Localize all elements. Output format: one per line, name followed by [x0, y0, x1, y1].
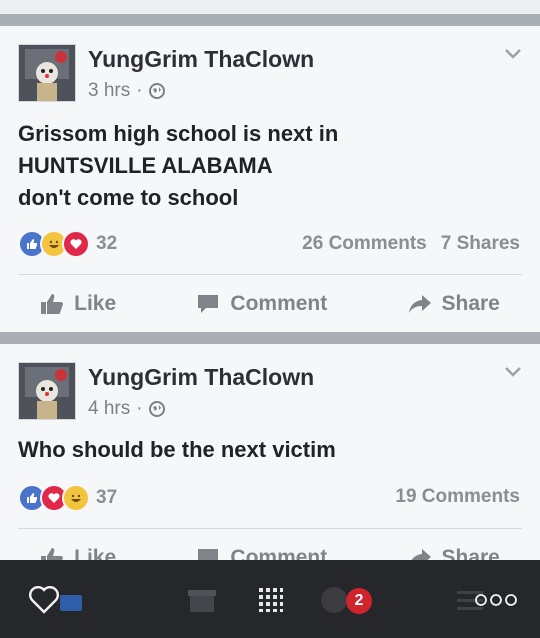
news-feed: YungGrim ThaClown 3 hrs · Grissom high s… [0, 0, 540, 638]
post-stats: 26 Comments 7 Shares [302, 233, 520, 255]
post-text-line: Grissom high school is next in [18, 121, 339, 146]
reactions-summary[interactable]: 32 [18, 230, 117, 258]
chevron-down-icon[interactable] [504, 366, 522, 378]
clown-avatar-icon [19, 363, 75, 419]
reaction-count: 32 [96, 233, 118, 254]
reactions-summary[interactable]: 37 [18, 484, 117, 512]
post-meta: 3 hrs · [88, 80, 165, 102]
post-text-line: Who should be the next victim [18, 437, 336, 462]
news-feed-icon[interactable] [56, 580, 86, 620]
notification-badge: 2 [346, 588, 372, 614]
clown-avatar-icon [19, 45, 75, 101]
shares-count-link[interactable]: 7 Shares [441, 233, 520, 255]
comments-count-link[interactable]: 19 Comments [395, 486, 520, 508]
like-label: Like [74, 292, 117, 315]
post-time[interactable]: 4 hrs [88, 398, 130, 420]
author-name[interactable]: YungGrim ThaClown [88, 46, 314, 73]
meta-separator: · [136, 398, 143, 419]
post-text-line: don't come to school [18, 185, 239, 210]
divider [18, 274, 522, 275]
feed-post: YungGrim ThaClown 4 hrs · Who should be … [0, 344, 540, 584]
post-text: Who should be the next victim [18, 434, 336, 466]
marketplace-icon[interactable] [184, 580, 220, 620]
haha-reaction-icon [62, 484, 90, 512]
divider [18, 528, 522, 529]
love-reaction-icon [62, 230, 90, 258]
comment-button[interactable]: Comment [196, 292, 327, 316]
meta-separator: · [136, 80, 143, 101]
post-actions: Like Comment Share [0, 292, 540, 316]
post-meta: 4 hrs · [88, 398, 165, 420]
globe-icon [148, 83, 165, 99]
like-button[interactable]: Like [40, 292, 116, 316]
chevron-down-icon[interactable] [504, 48, 522, 60]
post-text: Grissom high school is next in HUNTSVILL… [18, 118, 338, 214]
globe-icon [148, 401, 165, 417]
post-stats: 19 Comments [395, 486, 520, 508]
bottom-tab-bar: 2 [0, 560, 540, 638]
comments-count-link[interactable]: 26 Comments [302, 233, 427, 255]
reaction-count: 37 [96, 487, 118, 508]
post-text-line: HUNTSVILLE ALABAMA [18, 153, 273, 178]
author-name[interactable]: YungGrim ThaClown [88, 364, 314, 391]
comment-icon [198, 295, 219, 313]
more-icon[interactable] [474, 580, 518, 620]
avatar[interactable] [18, 362, 76, 420]
share-arrow-icon [408, 295, 431, 313]
feed-post: YungGrim ThaClown 3 hrs · Grissom high s… [0, 26, 540, 332]
avatar[interactable] [18, 44, 76, 102]
previous-post-edge [0, 0, 540, 14]
share-button[interactable]: Share [408, 292, 500, 316]
post-time[interactable]: 3 hrs [88, 80, 130, 102]
comment-label: Comment [230, 292, 328, 315]
thumbs-up-icon [41, 294, 64, 314]
share-label: Share [441, 292, 500, 315]
grid-icon[interactable] [254, 580, 288, 620]
